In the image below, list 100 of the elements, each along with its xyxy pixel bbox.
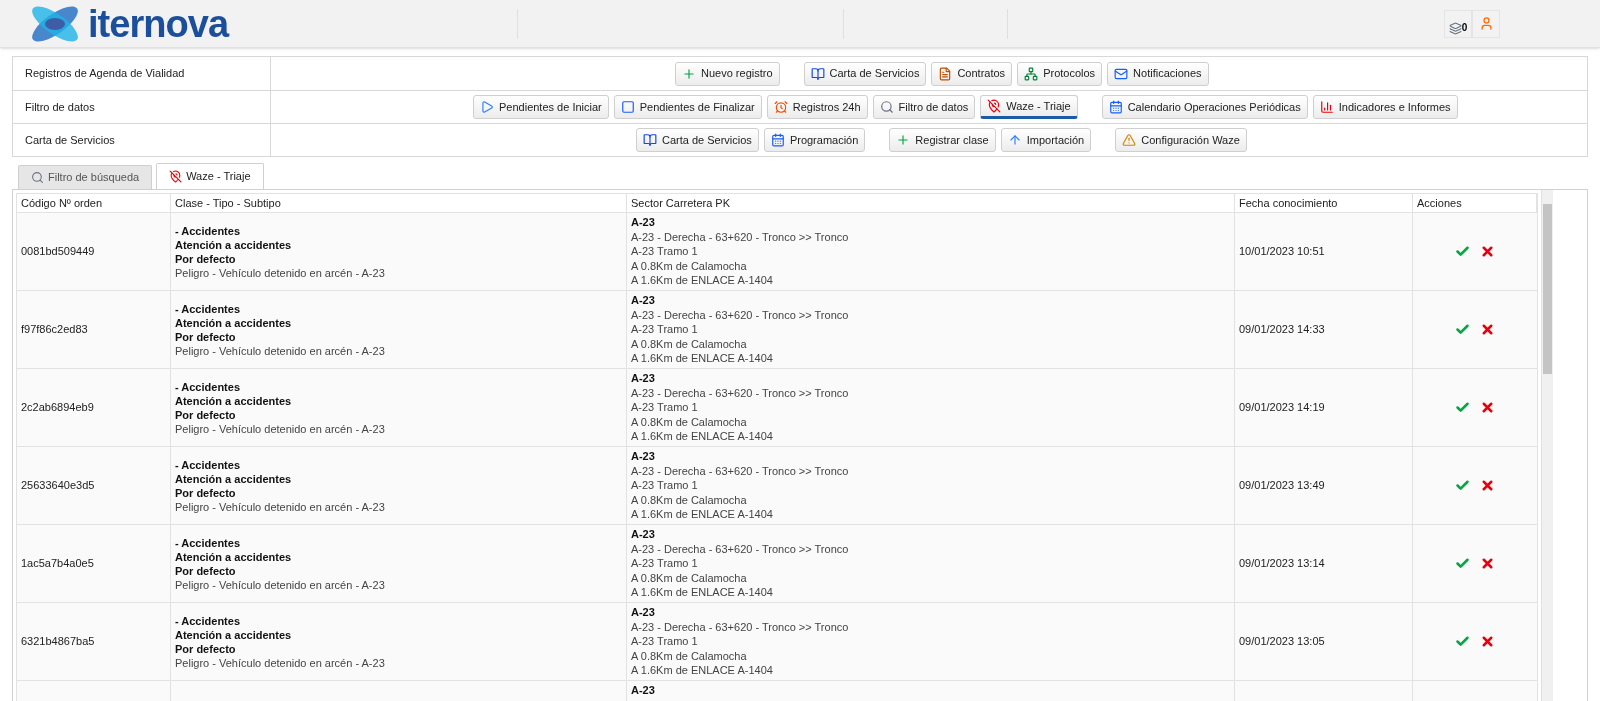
reject-button[interactable]	[1480, 322, 1495, 337]
date-text: 10/01/2023 10:51	[1239, 244, 1325, 260]
subtype-text: Peligro - Vehículo detenido en arcén - A-23	[175, 421, 386, 436]
reject-button[interactable]	[1480, 634, 1495, 649]
sector-text: A-23 Tramo 1	[631, 400, 699, 415]
road-title: A-23	[631, 371, 656, 386]
toolbar-button[interactable]: Carta de Servicios	[803, 61, 927, 86]
accept-button[interactable]	[1455, 556, 1470, 571]
class-text: - Accidentes	[175, 613, 241, 628]
user-button[interactable]	[1472, 9, 1500, 38]
toolbar-button[interactable]: Nuevo registro	[675, 61, 780, 86]
date-text: 09/01/2023 13:14	[1239, 556, 1325, 572]
toolbar-button[interactable]: Waze - Triaje	[980, 95, 1078, 119]
class-text: - Accidentes	[175, 457, 241, 472]
section-label: Filtro de datos	[25, 99, 95, 115]
order-code: 1ac5a7b4a0e5	[21, 556, 94, 572]
class-text: Atención a accidentes	[175, 237, 293, 252]
pin-icon	[987, 99, 1002, 113]
class-text: Por defecto	[175, 251, 237, 266]
hierarchy-icon	[1024, 66, 1039, 81]
accept-button[interactable]	[1455, 478, 1470, 493]
close-icon	[1480, 556, 1495, 571]
toolbar-button[interactable]: Calendario Operaciones Periódicas	[1101, 95, 1308, 119]
toolbar-button[interactable]: Protocolos	[1017, 61, 1103, 86]
sector-text: A-23 Tramo 1	[631, 634, 699, 649]
book-icon	[643, 133, 657, 147]
reject-button[interactable]	[1480, 400, 1495, 415]
check-icon	[1455, 244, 1470, 259]
check-icon	[1455, 478, 1470, 493]
toolbar-button[interactable]: Notificaciones	[1107, 61, 1209, 86]
accept-button[interactable]	[1455, 322, 1470, 337]
envelope-icon	[1114, 66, 1129, 81]
road-title: A-23	[631, 293, 656, 308]
toolbar-button[interactable]: Carta de Servicios	[636, 128, 759, 152]
order-code: f97f86c2ed83	[21, 322, 88, 338]
reject-button[interactable]	[1480, 244, 1495, 259]
sector-text: A-23 - Derecha - 63+620 - Tronco >> Tronco	[631, 385, 850, 401]
sector-text: A 0.8Km de Calamocha	[631, 492, 748, 508]
sector-text: A 1.6Km de ENLACE A-1404	[631, 585, 774, 600]
date-text: 09/01/2023 13:49	[1239, 478, 1325, 494]
sector-text: A-23 - Derecha - 63+620 - Tronco >> Tronco	[631, 229, 850, 245]
sector-text: A 0.8Km de Calamocha	[631, 258, 748, 274]
close-icon	[1480, 478, 1495, 493]
close-icon	[1480, 244, 1495, 259]
accept-button[interactable]	[1455, 244, 1470, 259]
class-text: Por defecto	[175, 485, 237, 500]
toolbar-button[interactable]: Importación	[1000, 128, 1092, 152]
tab[interactable]: Filtro de búsqueda	[18, 165, 153, 189]
reject-button[interactable]	[1480, 556, 1495, 571]
sector-text: A 0.8Km de Calamocha	[631, 570, 748, 586]
class-text: Atención a accidentes	[175, 315, 293, 330]
order-code: 2c2ab6894eb9	[21, 400, 94, 416]
notification-count: 0	[1461, 20, 1468, 35]
road-title: A-23	[631, 449, 656, 464]
stack-icon	[1448, 21, 1462, 35]
sector-text: A-23 Tramo 1	[631, 322, 699, 337]
column-header: Fecha conocimiento	[1239, 195, 1338, 211]
tab[interactable]: Waze - Triaje	[156, 163, 264, 189]
check-icon	[1455, 322, 1470, 337]
toolbar-button[interactable]: Programación	[763, 128, 866, 152]
road-title: A-23	[631, 683, 656, 698]
check-icon	[1455, 556, 1470, 571]
pin-icon	[169, 170, 183, 183]
toolbar-button[interactable]: Contratos	[931, 61, 1013, 86]
sector-text: A 0.8Km de Calamocha	[631, 336, 748, 352]
toolbar-button[interactable]: Pendientes de Iniciar	[473, 95, 609, 119]
notifications-button[interactable]: 0	[1444, 9, 1472, 38]
sector-text: A 1.6Km de ENLACE A-1404	[631, 273, 774, 288]
warning-icon	[1122, 133, 1137, 147]
toolbar-button[interactable]: Filtro de datos	[872, 95, 976, 119]
logo-wordmark: iternova	[88, 4, 229, 43]
toolbar-button[interactable]: Registrar clase	[889, 128, 996, 152]
bar-chart-icon	[1319, 100, 1334, 114]
accept-button[interactable]	[1455, 400, 1470, 415]
check-icon	[1455, 634, 1470, 649]
close-icon	[1480, 634, 1495, 649]
sector-text: A-23 - Derecha - 63+620 - Tronco >> Tronco	[631, 463, 850, 479]
sector-text: A-23 Tramo 1	[631, 244, 699, 259]
sector-text: A 1.6Km de ENLACE A-1404	[631, 663, 774, 678]
date-text: 09/01/2023 14:19	[1239, 400, 1325, 416]
up-arrow-icon	[1007, 133, 1022, 147]
column-header: Clase - Tipo - Subtipo	[175, 195, 281, 211]
accept-button[interactable]	[1455, 634, 1470, 649]
toolbar-button[interactable]: Registros 24h	[766, 95, 868, 119]
scrollbar[interactable]	[1541, 190, 1553, 701]
section-label: Carta de Servicios	[25, 132, 115, 148]
class-text: - Accidentes	[175, 301, 241, 316]
sector-text: A-23 - Derecha - 63+620 - Tronco >> Tronco	[631, 619, 850, 635]
toolbar-button[interactable]: Configuración Waze	[1115, 128, 1247, 152]
section-label: Registros de Agenda de Vialidad	[25, 66, 185, 82]
road-title: A-23	[631, 605, 656, 620]
toolbar-button[interactable]: Pendientes de Finalizar	[613, 95, 762, 119]
reject-button[interactable]	[1480, 478, 1495, 493]
sector-text: A-23 Tramo 1	[631, 556, 699, 571]
road-title: A-23	[631, 215, 656, 230]
class-text: Atención a accidentes	[175, 393, 293, 408]
square-icon	[620, 100, 635, 114]
toolbar-button[interactable]: Indicadores e Informes	[1312, 95, 1458, 119]
sector-text: A-23 - Derecha - 63+620 - Tronco >> Tronco	[631, 307, 850, 323]
class-text: Por defecto	[175, 563, 237, 578]
